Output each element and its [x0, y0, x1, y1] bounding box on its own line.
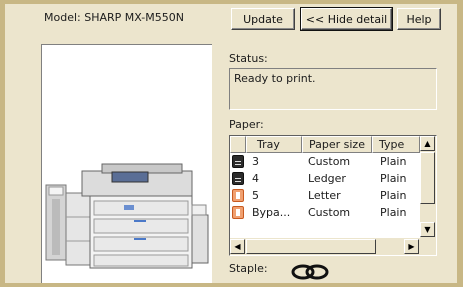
scroll-right-icon[interactable]: ▶ [404, 239, 419, 254]
window-frame-right [457, 0, 463, 287]
type-cell: Plain [380, 155, 407, 168]
size-cell: Letter [308, 189, 341, 202]
table-row[interactable]: 5 Letter Plain [230, 188, 420, 205]
tray-cell: 5 [252, 189, 259, 202]
size-cell: Ledger [308, 172, 346, 185]
tray-cell: 3 [252, 155, 259, 168]
vertical-scroll-thumb[interactable] [420, 152, 435, 204]
table-row[interactable]: Bypa... Custom Plain [230, 205, 420, 222]
hide-detail-button[interactable]: << Hide detail [300, 7, 393, 31]
scroll-down-icon[interactable]: ▼ [420, 222, 435, 237]
window-frame-bottom [0, 283, 463, 287]
column-header-tray[interactable]: Tray [246, 136, 302, 153]
horizontal-scroll-thumb[interactable] [246, 239, 376, 254]
type-cell: Plain [380, 189, 407, 202]
tray-orange-icon [232, 189, 244, 202]
scroll-corner [420, 238, 436, 255]
size-cell: Custom [308, 206, 351, 219]
status-box: Ready to print. [229, 68, 437, 110]
window-frame-top [0, 0, 463, 4]
paper-label: Paper: [229, 118, 264, 131]
help-button[interactable]: Help [397, 8, 441, 30]
update-button[interactable]: Update [231, 8, 295, 30]
model-label: Model: SHARP MX-M550N [44, 11, 184, 24]
scroll-left-icon[interactable]: ◀ [230, 239, 245, 254]
horizontal-scrollbar[interactable]: ◀ ▶ [230, 238, 420, 255]
window-frame-left [0, 0, 5, 287]
status-text: Ready to print. [234, 72, 316, 85]
scroll-up-icon[interactable]: ▲ [420, 136, 435, 151]
printer-image [45, 163, 209, 269]
printer-preview [41, 44, 212, 286]
status-label: Status: [229, 52, 268, 65]
paper-list[interactable]: Tray Paper size Type 3 Custom Plain 4 Le… [229, 135, 437, 256]
table-row[interactable]: 4 Ledger Plain [230, 171, 420, 188]
column-header-type[interactable]: Type [372, 136, 420, 153]
column-header-paper-size[interactable]: Paper size [302, 136, 372, 153]
staple-label: Staple: [229, 262, 268, 275]
tray-orange-icon [232, 206, 244, 219]
tray-dark-icon [232, 172, 244, 185]
tray-cell: Bypa... [252, 206, 291, 219]
tray-dark-icon [232, 155, 244, 168]
tray-cell: 4 [252, 172, 259, 185]
type-cell: Plain [380, 172, 407, 185]
type-cell: Plain [380, 206, 407, 219]
column-header-icon[interactable] [230, 136, 246, 153]
table-row[interactable]: 3 Custom Plain [230, 154, 420, 171]
staple-icon [291, 264, 329, 280]
size-cell: Custom [308, 155, 351, 168]
vertical-scrollbar[interactable]: ▲ ▼ [420, 136, 436, 238]
